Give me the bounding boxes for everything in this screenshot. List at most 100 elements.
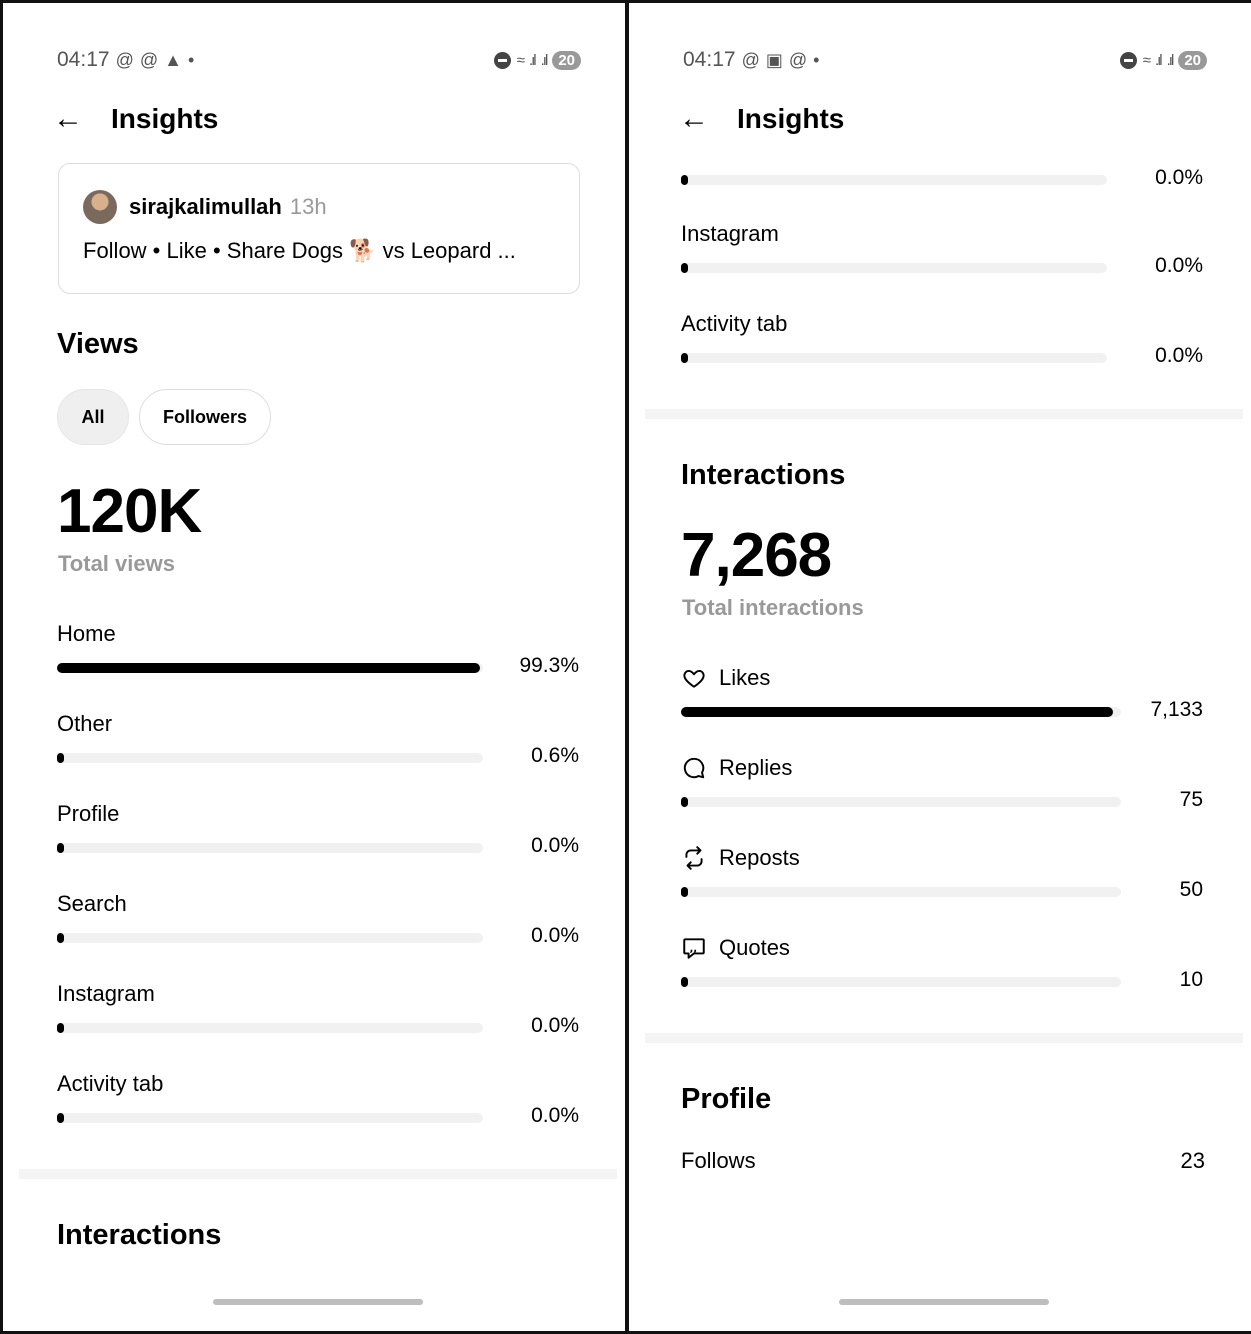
bar-value: 7,133	[1150, 698, 1203, 721]
view-source-instagram: Instagram 0.0%	[681, 221, 1203, 291]
view-source-instagram: Instagram 0.0%	[57, 981, 579, 1051]
bar-label: ,, Quotes	[681, 935, 790, 961]
total-interactions-value: 7,268	[681, 521, 832, 590]
filter-chip-all[interactable]: All	[57, 389, 129, 445]
section-separator	[19, 1169, 617, 1179]
bar-label-text: Activity tab	[681, 311, 788, 336]
status-time: 04:17	[57, 48, 110, 71]
bar-track	[681, 263, 1107, 273]
bar-value: 0.0%	[531, 1014, 579, 1037]
bar-track	[681, 797, 1121, 807]
views-heading: Views	[57, 328, 139, 360]
follows-value: 23	[1180, 1148, 1205, 1173]
filter-chip-followers[interactable]: Followers	[139, 389, 271, 445]
view-source-profile: Profile 0.0%	[57, 801, 579, 871]
bar-value: 0.0%	[531, 1104, 579, 1127]
bar-label: Activity tab	[681, 311, 787, 337]
bar-value: 75	[1179, 788, 1203, 811]
bar-label-text: Home	[57, 621, 116, 646]
post-text: Follow • Like • Share Dogs 🐕 vs Leopard …	[83, 238, 516, 263]
left-screen: 04:17 @ @ ▲ • ≈ .ıl .ıl 20 ← Insights si…	[3, 3, 625, 1331]
bar-label-text: Activity tab	[57, 1071, 164, 1096]
bar-fill	[57, 843, 64, 853]
post-card[interactable]: sirajkalimullah 13h Follow • Like • Shar…	[58, 163, 580, 294]
home-indicator[interactable]	[839, 1299, 1049, 1305]
post-age: 13h	[289, 194, 327, 219]
status-bar: 04:17 @ @ ▲ • ≈ .ıl .ıl 20	[57, 45, 581, 75]
bar-label-text: Search	[57, 891, 127, 916]
bar-fill	[681, 707, 1113, 717]
interaction-quotes: ,, Quotes 10	[681, 935, 1203, 1005]
bar-fill	[681, 797, 688, 807]
wifi-icon: ≈	[516, 51, 525, 69]
section-separator	[645, 1033, 1243, 1043]
bar-label-text: Instagram	[681, 221, 779, 246]
bar-label-text: Instagram	[57, 981, 155, 1006]
page-title: Insights	[111, 103, 219, 134]
do-not-disturb-icon	[493, 51, 511, 69]
bar-fill	[57, 753, 64, 763]
bar-track	[681, 887, 1121, 897]
app-header: ← Insights	[53, 99, 218, 139]
bar-fill	[57, 1023, 64, 1033]
bar-value: 0.0%	[1155, 166, 1203, 189]
bar-value: 50	[1179, 878, 1203, 901]
view-source-activity-tab: Activity tab 0.0%	[681, 311, 1203, 381]
svg-text:,,: ,,	[690, 943, 697, 954]
bar-fill	[681, 977, 688, 987]
bar-value: 0.0%	[1155, 254, 1203, 277]
signal-icon: .ıl	[540, 51, 549, 69]
dot-icon: •	[187, 49, 195, 70]
bar-fill	[681, 263, 688, 273]
view-source-home: Home 99.3%	[57, 621, 579, 691]
status-time: 04:17	[683, 48, 736, 71]
bar-label-text: Profile	[57, 801, 120, 826]
bar-track	[57, 933, 483, 943]
page-title: Insights	[737, 103, 845, 134]
snapchat-icon: ▲	[164, 49, 182, 70]
bar-fill	[681, 887, 688, 897]
home-indicator[interactable]	[213, 1299, 423, 1305]
view-source-search: Search 0.0%	[57, 891, 579, 961]
total-views-value: 120K	[57, 477, 202, 546]
bar-track	[681, 977, 1121, 987]
bar-value: 0.0%	[1155, 344, 1203, 367]
bar-value: 99.3%	[519, 654, 579, 677]
back-arrow-icon[interactable]: ←	[679, 104, 715, 134]
total-views-label: Total views	[58, 551, 175, 576]
threads-icon: @	[788, 49, 808, 70]
bar-track	[57, 1023, 483, 1033]
follows-label: Follows	[681, 1148, 756, 1173]
bar-value: 0.6%	[531, 744, 579, 767]
bar-fill	[681, 175, 688, 185]
bar-label: Reposts	[681, 845, 800, 871]
screenshot-icon: ▣	[765, 49, 783, 70]
bar-label-text: Reposts	[719, 845, 800, 870]
threads-icon: @	[741, 49, 760, 70]
bar-fill	[57, 933, 64, 943]
bar-label: Search	[57, 891, 127, 917]
signal-icon: .ıl	[528, 51, 537, 69]
battery-indicator: 20	[552, 50, 581, 70]
interaction-likes: Likes 7,133	[681, 665, 1203, 735]
back-arrow-icon[interactable]: ←	[53, 104, 89, 134]
reply-icon	[681, 755, 707, 781]
section-separator	[645, 409, 1243, 419]
view-source-row: 0.0%	[681, 133, 1203, 203]
signal-icon: .ıl	[1154, 51, 1163, 69]
heart-icon	[681, 665, 707, 691]
bar-label: Replies	[681, 755, 792, 781]
profile-heading: Profile	[681, 1083, 772, 1115]
view-source-other: Other 0.6%	[57, 711, 579, 781]
bar-value: 0.0%	[531, 834, 579, 857]
battery-indicator: 20	[1178, 50, 1207, 70]
bar-label: Likes	[681, 665, 770, 691]
bar-label-text: Likes	[719, 665, 771, 690]
repost-icon	[681, 845, 707, 871]
bar-track	[681, 175, 1107, 185]
bar-track	[57, 843, 483, 853]
interactions-heading: Interactions	[681, 459, 846, 491]
interaction-replies: Replies 75	[681, 755, 1203, 825]
bar-fill	[57, 1113, 64, 1123]
bar-label: Instagram	[57, 981, 155, 1007]
